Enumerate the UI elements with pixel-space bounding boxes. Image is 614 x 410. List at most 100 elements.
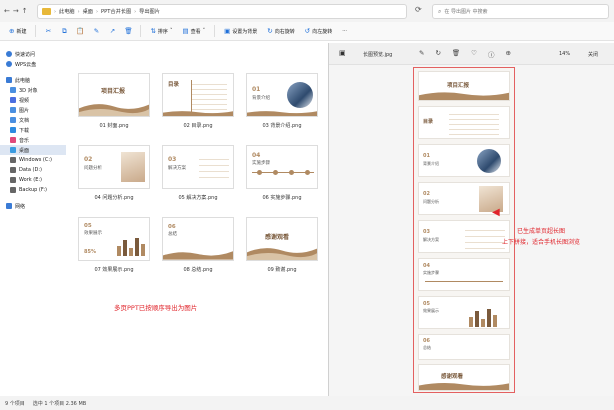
long-slide: 03 解决方案 [418, 220, 510, 253]
image-viewer-panel: ▣ 长图预览.jpg ✎ ↻ 🗑 ♡ ⓘ ⊕ 14% 关闭 项目汇报 目录 01… [328, 43, 614, 396]
photo-thumbnail [121, 152, 145, 182]
sidebar-item-wps-cloud[interactable]: WPS云盘 [0, 59, 66, 69]
navigation-pane: 快速访问 WPS云盘 此电脑 3D 对象 视频 图片 文档 下载 音乐 桌面 W… [0, 41, 66, 396]
command-bar: ⊕ 新建 ✂ ⧉ 📋 ✎ ↗ 🗑 ⇅ 排序 ˅ ▤ 查看 ˅ ▣ 设置为背景 ↻ 向右旋转 ↺… [0, 22, 614, 41]
file-thumbnail[interactable]: 05 效果展示 85% [78, 217, 150, 261]
view-button[interactable]: ▤ 查看 ˅ [179, 27, 208, 35]
up-arrow-icon[interactable]: ↑ [22, 7, 28, 15]
drive-icon [10, 177, 16, 183]
sidebar-item-desktop[interactable]: 桌面 [0, 145, 66, 155]
sidebar-item-drive-f[interactable]: Backup (F:) [0, 185, 66, 195]
rotate-left-button[interactable]: ↺ 向左旋转 [302, 27, 335, 35]
file-name[interactable]: 02 目录.png [162, 122, 234, 129]
copy-icon[interactable]: ⧉ [58, 25, 70, 37]
delete-icon[interactable]: 🗑 [122, 25, 134, 37]
set-background-button[interactable]: ▣ 设置为背景 [221, 27, 260, 35]
file-name[interactable]: 05 解决方案.png [162, 194, 234, 201]
viewer-toolbar: ▣ 长图预览.jpg ✎ ↻ 🗑 ♡ ⓘ ⊕ 14% 关闭 [329, 43, 614, 65]
cube-icon [10, 87, 16, 93]
sidebar-item-drive-d[interactable]: Data (D:) [0, 165, 66, 175]
breadcrumb-item[interactable]: 桌面 [83, 8, 93, 15]
long-slide: 项目汇报 [418, 71, 510, 101]
sidebar-item-drive-e[interactable]: Work (E:) [0, 175, 66, 185]
file-thumbnail[interactable]: 目录 [162, 73, 234, 117]
sidebar-item-this-pc[interactable]: 此电脑 [0, 75, 66, 85]
refresh-icon[interactable]: ⟳ [415, 5, 422, 14]
sidebar-item-quick-access[interactable]: 快速访问 [0, 49, 66, 59]
wave-decoration [79, 104, 149, 116]
view-icon: ▤ [182, 27, 189, 35]
sidebar-item-drive-c[interactable]: Windows (C:) [0, 155, 66, 165]
rotate-icon[interactable]: ↻ [435, 49, 440, 59]
file-thumbnail[interactable]: 03 解决方案 [162, 145, 234, 189]
sidebar-item-network[interactable]: 网络 [0, 201, 66, 211]
file-thumbnail[interactable]: 06 总结 [162, 217, 234, 261]
search-placeholder: 在 导出图片 中搜索 [444, 9, 488, 15]
zoom-in-icon[interactable]: ⊕ [506, 49, 511, 59]
file-name[interactable]: 04 问题分析.png [78, 194, 150, 201]
long-slide: 01 背景介绍 [418, 144, 510, 177]
desktop-icon [10, 147, 16, 153]
file-thumbnail[interactable]: 感谢观看 [246, 217, 318, 261]
file-name[interactable]: 08 总结.png [162, 266, 234, 273]
file-thumbnail[interactable]: 04 实施步骤 [246, 145, 318, 189]
breadcrumb-item[interactable]: 导出图片 [139, 8, 160, 15]
rename-icon[interactable]: ✎ [90, 25, 102, 37]
drive-icon [10, 157, 16, 163]
zoom-level[interactable]: 14% [559, 51, 570, 57]
breadcrumb-item[interactable]: 此电脑 [59, 8, 75, 15]
video-icon [10, 97, 16, 103]
file-thumbnail[interactable]: 02 问题分析 [78, 145, 150, 189]
chevron-down-icon: ˅ [169, 28, 173, 34]
network-icon [6, 203, 12, 209]
paste-icon[interactable]: 📋 [74, 25, 86, 37]
music-icon [10, 137, 16, 143]
file-name[interactable]: 09 致谢.png [246, 266, 318, 273]
sidebar-item-pictures[interactable]: 图片 [0, 105, 66, 115]
delete-icon[interactable]: 🗑 [452, 49, 460, 59]
file-thumbnail[interactable]: 01 背景介绍 [246, 73, 318, 117]
search-icon: ⌕ [438, 7, 442, 15]
edit-icon[interactable]: ✎ [419, 49, 424, 59]
gallery-icon[interactable]: ▣ [339, 49, 346, 57]
path-box[interactable]: › 此电脑 › 桌面 › PPT合并长图 › 导出图片 [37, 4, 407, 19]
viewer-file-title: 长图预览.jpg [363, 52, 393, 58]
share-icon[interactable]: ↗ [106, 25, 118, 37]
file-name[interactable]: 01 封面.png [78, 122, 150, 129]
sort-icon: ⇅ [150, 27, 156, 35]
sort-button[interactable]: ⇅ 排序 ˅ [147, 27, 175, 35]
file-grid: 项目汇报 01 封面.png 目录 02 目录.png 01 背景介绍 03 背… [66, 41, 328, 396]
sidebar-item-3d-objects[interactable]: 3D 对象 [0, 85, 66, 95]
wave-decoration [163, 251, 233, 260]
wallpaper-icon: ▣ [224, 27, 231, 35]
file-name[interactable]: 07 效果展示.png [78, 266, 150, 273]
back-arrow-icon[interactable]: ← [4, 7, 10, 15]
item-count: 9 个项目 [5, 400, 25, 407]
forward-arrow-icon[interactable]: → [13, 7, 19, 15]
long-image-preview[interactable]: 项目汇报 目录 01 背景介绍 02 问题分析 03 解决方案 04 实施步骤 … [413, 67, 515, 393]
info-icon[interactable]: ⓘ [488, 49, 495, 59]
close-button[interactable]: 关闭 [588, 51, 598, 58]
rotate-right-button[interactable]: ↻ 向右旋转 [264, 27, 297, 35]
arrow-left-icon: ◀ [492, 207, 500, 218]
new-button[interactable]: ⊕ 新建 [6, 27, 29, 35]
more-button[interactable]: ··· [339, 28, 350, 34]
cut-icon[interactable]: ✂ [42, 25, 54, 37]
heart-icon[interactable]: ♡ [471, 49, 477, 59]
sidebar-item-documents[interactable]: 文档 [0, 115, 66, 125]
long-slide: 感谢观看 [418, 364, 510, 391]
file-explorer-window: ← → ↑ › 此电脑 › 桌面 › PPT合并长图 › 导出图片 ⟳ ⌕ 在 … [0, 0, 614, 410]
file-thumbnail[interactable]: 项目汇报 [78, 73, 150, 117]
long-slide: 04 实施步骤 [418, 258, 510, 291]
breadcrumb-item[interactable]: PPT合并长图 [101, 8, 131, 15]
search-box[interactable]: ⌕ 在 导出图片 中搜索 [432, 4, 609, 19]
sidebar-item-music[interactable]: 音乐 [0, 135, 66, 145]
computer-icon [6, 77, 12, 83]
address-bar: ← → ↑ › 此电脑 › 桌面 › PPT合并长图 › 导出图片 ⟳ ⌕ 在 … [0, 0, 614, 22]
export-note: 多页PPT已按顺序导出为图片 [114, 304, 198, 312]
cloud-icon [6, 61, 12, 67]
file-name[interactable]: 06 实施步骤.png [246, 194, 318, 201]
file-name[interactable]: 03 背景介绍.png [246, 122, 318, 129]
sidebar-item-downloads[interactable]: 下载 [0, 125, 66, 135]
sidebar-item-videos[interactable]: 视频 [0, 95, 66, 105]
